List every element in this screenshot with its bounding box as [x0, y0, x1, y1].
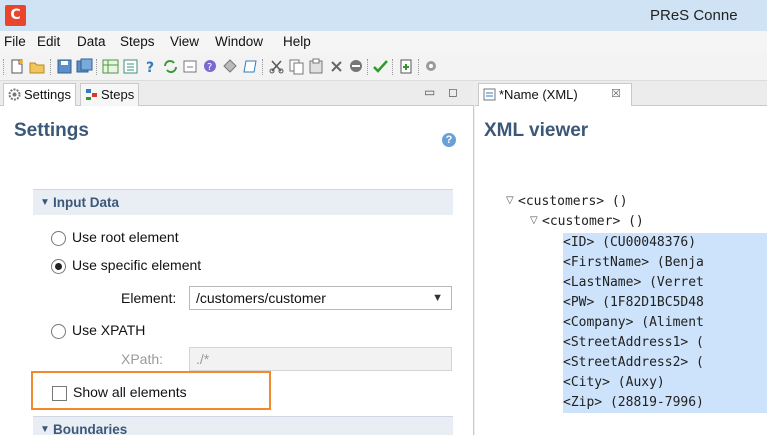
xml-field-node[interactable]: <StreetAddress2> (	[563, 353, 767, 373]
input-data-section-header[interactable]: ▼ Input Data	[33, 189, 453, 215]
tab-settings[interactable]: Settings	[3, 83, 76, 106]
xpath-label: XPath:	[121, 351, 164, 367]
menu-help[interactable]: Help	[283, 34, 311, 49]
use-root-radio[interactable]	[51, 231, 66, 246]
toolbar-separator	[262, 59, 264, 75]
xml-file-icon	[483, 88, 496, 101]
disable-icon[interactable]	[348, 58, 365, 75]
window-title: PReS Conne	[650, 7, 738, 24]
add-record-icon[interactable]	[398, 58, 415, 75]
use-specific-radio[interactable]	[51, 259, 66, 274]
settings-panel: Settings Steps ▭ ◻ Settings ? ▼ Input Da…	[0, 81, 474, 435]
close-tab-icon[interactable]: ☒	[611, 84, 621, 105]
chevron-down-icon: ▼	[432, 292, 443, 304]
expand-triangle-icon[interactable]: ▽	[506, 195, 514, 206]
left-tabstrip: Settings Steps ▭ ◻	[0, 81, 474, 106]
paste-icon[interactable]	[308, 58, 325, 75]
tab-steps-label: Steps	[101, 87, 135, 102]
goto-icon[interactable]	[182, 58, 199, 75]
input-data-section-label: Input Data	[53, 195, 119, 210]
use-specific-label: Use specific element	[72, 257, 202, 273]
xml-customer-node[interactable]: <customer> ()	[542, 212, 644, 232]
new-file-icon[interactable]	[9, 58, 26, 75]
condition-icon[interactable]: ?	[142, 58, 159, 75]
boundaries-section-header[interactable]: ▼ Boundaries	[33, 416, 453, 435]
minimize-icon[interactable]: ▭	[424, 85, 435, 99]
steps-icon	[86, 89, 97, 100]
action-icon[interactable]: ?	[202, 58, 219, 75]
validate-icon[interactable]	[372, 58, 389, 75]
menu-bar: File Edit Data Steps View Window Help	[0, 31, 767, 53]
menu-file[interactable]: File	[4, 34, 26, 49]
boundaries-section-label: Boundaries	[53, 422, 128, 435]
expand-triangle-icon[interactable]: ▽	[530, 215, 538, 226]
save-icon[interactable]	[56, 58, 73, 75]
open-folder-icon[interactable]	[29, 58, 46, 75]
use-xpath-radio[interactable]	[51, 324, 66, 339]
tab-name-xml-label: *Name (XML)	[499, 87, 578, 102]
gear-icon	[8, 88, 21, 101]
data-table-icon[interactable]	[102, 58, 119, 75]
element-label: Element:	[121, 290, 177, 306]
tab-name-xml[interactable]: *Name (XML) ☒	[478, 83, 632, 106]
collapse-triangle-icon: ▼	[40, 197, 50, 208]
element-select-value: /customers/customer	[196, 290, 326, 306]
tab-settings-label: Settings	[24, 87, 71, 102]
toolbar-separator	[367, 59, 369, 75]
show-all-elements-label: Show all elements	[73, 384, 187, 400]
xml-field-node[interactable]: <PW> (1F82D1BC5D48	[563, 293, 767, 313]
use-root-label: Use root element	[72, 229, 179, 245]
extract-icon[interactable]	[122, 58, 139, 75]
settings-title: Settings	[14, 120, 89, 141]
xml-field-node[interactable]: <FirstName> (Benja	[563, 253, 767, 273]
maximize-icon[interactable]: ◻	[448, 85, 458, 99]
settings-cog-icon[interactable]	[423, 58, 440, 75]
element-select[interactable]: /customers/customer ▼	[189, 286, 452, 310]
xml-field-node[interactable]: <City> (Auxy)	[563, 373, 767, 393]
app-logo-icon: C	[5, 5, 26, 26]
xml-field-node[interactable]: <Zip> (28819-7996)	[563, 393, 767, 413]
title-bar: C PReS Conne	[0, 0, 767, 31]
menu-view[interactable]: View	[170, 34, 199, 49]
xml-root-node[interactable]: <customers> ()	[518, 192, 628, 212]
copy-icon[interactable]	[288, 58, 305, 75]
xpath-input[interactable]: ./*	[189, 347, 452, 371]
toolbar-separator	[96, 59, 98, 75]
toolbar-separator	[392, 59, 394, 75]
xml-field-node[interactable]: <ID> (CU00048376)	[563, 233, 767, 253]
xml-field-node[interactable]: <StreetAddress1> (	[563, 333, 767, 353]
menu-window[interactable]: Window	[215, 34, 263, 49]
help-icon[interactable]: ?	[442, 133, 456, 147]
menu-steps[interactable]: Steps	[120, 34, 155, 49]
multiple-conditions-icon[interactable]	[222, 58, 239, 75]
delete-icon[interactable]	[328, 58, 345, 75]
use-xpath-label: Use XPATH	[72, 322, 146, 338]
editor-tabstrip: *Name (XML) ☒	[475, 81, 767, 106]
toolbar: ? ?	[0, 53, 767, 81]
menu-data[interactable]: Data	[77, 34, 106, 49]
xml-field-node[interactable]: <Company> (Aliment	[563, 313, 767, 333]
xml-viewer-panel: *Name (XML) ☒ XML viewer ▽ <customers> (…	[475, 81, 767, 435]
repeat-icon[interactable]	[162, 58, 179, 75]
cut-icon[interactable]	[268, 58, 285, 75]
svg-text:?: ?	[207, 62, 212, 73]
xml-viewer-title: XML viewer	[484, 120, 589, 141]
show-all-elements-checkbox[interactable]	[52, 386, 67, 401]
svg-text:?: ?	[146, 60, 154, 75]
script-icon[interactable]	[242, 58, 259, 75]
toolbar-grip	[3, 59, 5, 75]
toolbar-separator	[50, 59, 52, 75]
collapse-triangle-icon: ▼	[40, 424, 50, 435]
toolbar-separator	[418, 59, 420, 75]
save-all-icon[interactable]	[76, 58, 93, 75]
menu-edit[interactable]: Edit	[37, 34, 60, 49]
tab-steps[interactable]: Steps	[80, 83, 140, 106]
xml-field-node[interactable]: <LastName> (Verret	[563, 273, 767, 293]
